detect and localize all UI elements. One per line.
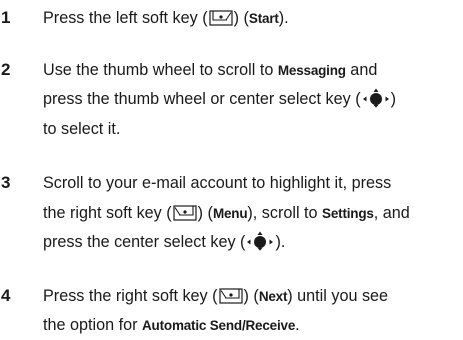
menu-term: Settings: [322, 206, 374, 221]
step-number: 3: [1, 173, 11, 192]
step-line: to select it.: [43, 115, 120, 143]
step-text-run: ).: [275, 233, 286, 251]
step-text-run: ): [390, 90, 396, 108]
instruction-steps: 1 Press the left soft key () (Start). 2 Use…: [0, 0, 463, 334]
step-line: Press the right soft key ( ) (Next) until…: [43, 282, 388, 311]
step-text-run: press the thumb wheel or center select k…: [43, 90, 361, 108]
step-text-run: , and: [373, 204, 410, 222]
step-text-run: .: [295, 316, 300, 334]
step-text-run: press the center select key (: [43, 233, 246, 251]
step-line: the option for Automatic Send/Receive.: [43, 311, 300, 340]
menu-term: Menu: [212, 206, 248, 221]
left-soft-key-icon: [209, 10, 233, 26]
step-number: 1: [1, 8, 11, 27]
center-select-key-icon: [362, 88, 390, 108]
step-text-run: Press the left soft key (: [43, 9, 208, 27]
step-text-run: the option for: [43, 316, 142, 334]
step-text-run: ) until you see: [287, 287, 389, 305]
menu-term: Next: [258, 289, 288, 304]
step-line: Use the thumb wheel to scroll to Messagi…: [43, 56, 377, 85]
step-line: Press the left soft key ( ) (Start).: [43, 4, 289, 33]
step-text-run: Scroll to your e-mail account to highlig…: [43, 174, 392, 192]
step-line: Scroll to your e-mail account to highlig…: [43, 169, 391, 197]
step-line: the right soft key () (Menu), scroll to …: [43, 199, 410, 228]
menu-term: Automatic Send/Receive: [142, 318, 296, 333]
right-soft-key-icon: [218, 288, 243, 304]
step-text-run: to select it.: [43, 120, 121, 138]
step-text-run: ) (: [233, 9, 249, 27]
menu-term: Start: [248, 11, 279, 26]
step-text-run: Press the right soft key (: [43, 287, 218, 305]
step-text-run: ), scroll to: [247, 204, 323, 222]
menu-term: Messaging: [277, 63, 346, 78]
step-text-run: and: [345, 61, 378, 79]
step-text-run: the right soft key (: [43, 204, 172, 222]
step-text-run: ) (: [243, 287, 259, 305]
step-line: press the center select key ().: [43, 228, 285, 256]
step-text-run: ) (: [197, 204, 213, 222]
center-select-key-icon: [246, 231, 274, 251]
right-soft-key-icon: [173, 205, 197, 221]
step-number: 2: [1, 60, 11, 79]
step-number: 4: [1, 286, 11, 305]
step-text-run: ).: [278, 9, 289, 27]
step-line: press the thumb wheel or center select k…: [43, 85, 396, 113]
step-text-run: Use the thumb wheel to scroll to: [43, 61, 278, 79]
